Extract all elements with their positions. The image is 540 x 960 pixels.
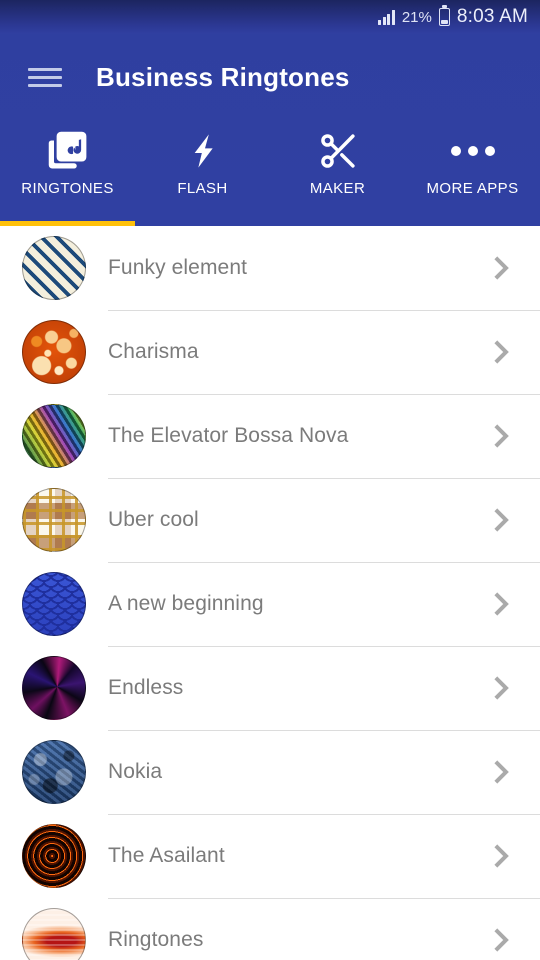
chevron-right-icon[interactable]: [486, 673, 516, 703]
ringtone-thumbnail: [22, 656, 86, 720]
chevron-right-icon[interactable]: [486, 925, 516, 955]
more-horizontal-icon: [450, 128, 495, 174]
list-item[interactable]: The Asailant: [0, 814, 540, 898]
chevron-right-icon[interactable]: [486, 841, 516, 871]
chevron-right-icon[interactable]: [486, 253, 516, 283]
ringtone-thumbnail: [22, 572, 86, 636]
ringtone-thumbnail: [22, 908, 86, 960]
ringtone-list[interactable]: Funky element Charisma The Elevator Boss…: [0, 226, 540, 960]
chevron-right-icon[interactable]: [486, 421, 516, 451]
tab-more-apps[interactable]: MORE APPS: [405, 120, 540, 226]
ringtone-title: Uber cool: [108, 508, 199, 531]
ringtone-title: Funky element: [108, 256, 248, 279]
ringtone-thumbnail: [22, 824, 86, 888]
ringtone-thumbnail: [22, 320, 86, 384]
tab-label-more-apps: MORE APPS: [426, 180, 519, 197]
list-item[interactable]: Endless: [0, 646, 540, 730]
status-bar-clock: 8:03 AM: [456, 6, 528, 27]
ringtone-thumbnail: [22, 404, 86, 468]
chevron-right-icon[interactable]: [486, 337, 516, 367]
ringtone-title: A new beginning: [108, 592, 264, 615]
ringtone-thumbnail: [22, 488, 86, 552]
app-screen: 21% 8:03 AM Business Ringtones RINGTONES: [0, 0, 540, 960]
tab-bar: RINGTONES FLASH MAKER MORE APPS: [0, 120, 540, 226]
tab-label-maker: MAKER: [309, 180, 366, 197]
list-item[interactable]: Nokia: [0, 730, 540, 814]
app-bar: Business Ringtones: [0, 34, 540, 120]
chevron-right-icon[interactable]: [486, 757, 516, 787]
status-bar: 21% 8:03 AM: [0, 0, 540, 34]
ringtone-title: Endless: [108, 676, 184, 699]
tab-label-ringtones: RINGTONES: [21, 180, 114, 197]
ringtone-thumbnail: [22, 236, 86, 300]
hamburger-menu-icon[interactable]: [28, 67, 62, 87]
library-music-icon: [47, 128, 89, 174]
list-item[interactable]: Uber cool: [0, 478, 540, 562]
chevron-right-icon[interactable]: [486, 589, 516, 619]
ringtone-title: Charisma: [108, 340, 199, 363]
chevron-right-icon[interactable]: [486, 505, 516, 535]
tab-flash[interactable]: FLASH: [135, 120, 270, 226]
tab-maker[interactable]: MAKER: [270, 120, 405, 226]
tab-ringtones[interactable]: RINGTONES: [0, 120, 135, 226]
ringtone-title: The Elevator Bossa Nova: [108, 424, 349, 447]
list-item[interactable]: The Elevator Bossa Nova: [0, 394, 540, 478]
list-item[interactable]: Funky element: [0, 226, 540, 310]
lightning-bolt-icon: [183, 128, 223, 174]
signal-bars-icon: [378, 9, 395, 25]
list-item[interactable]: Ringtones: [0, 898, 540, 960]
ringtone-title: Ringtones: [108, 928, 204, 951]
ringtone-title: The Asailant: [108, 844, 225, 867]
list-item[interactable]: A new beginning: [0, 562, 540, 646]
app-header: 21% 8:03 AM Business Ringtones RINGTONES: [0, 0, 540, 226]
battery-percent-label: 21%: [401, 8, 432, 26]
ringtone-title: Nokia: [108, 760, 163, 783]
ringtone-thumbnail: [22, 740, 86, 804]
list-item[interactable]: Charisma: [0, 310, 540, 394]
scissors-icon: [317, 128, 359, 174]
tab-label-flash: FLASH: [177, 180, 228, 197]
battery-icon: [438, 5, 450, 26]
page-title: Business Ringtones: [96, 61, 350, 92]
